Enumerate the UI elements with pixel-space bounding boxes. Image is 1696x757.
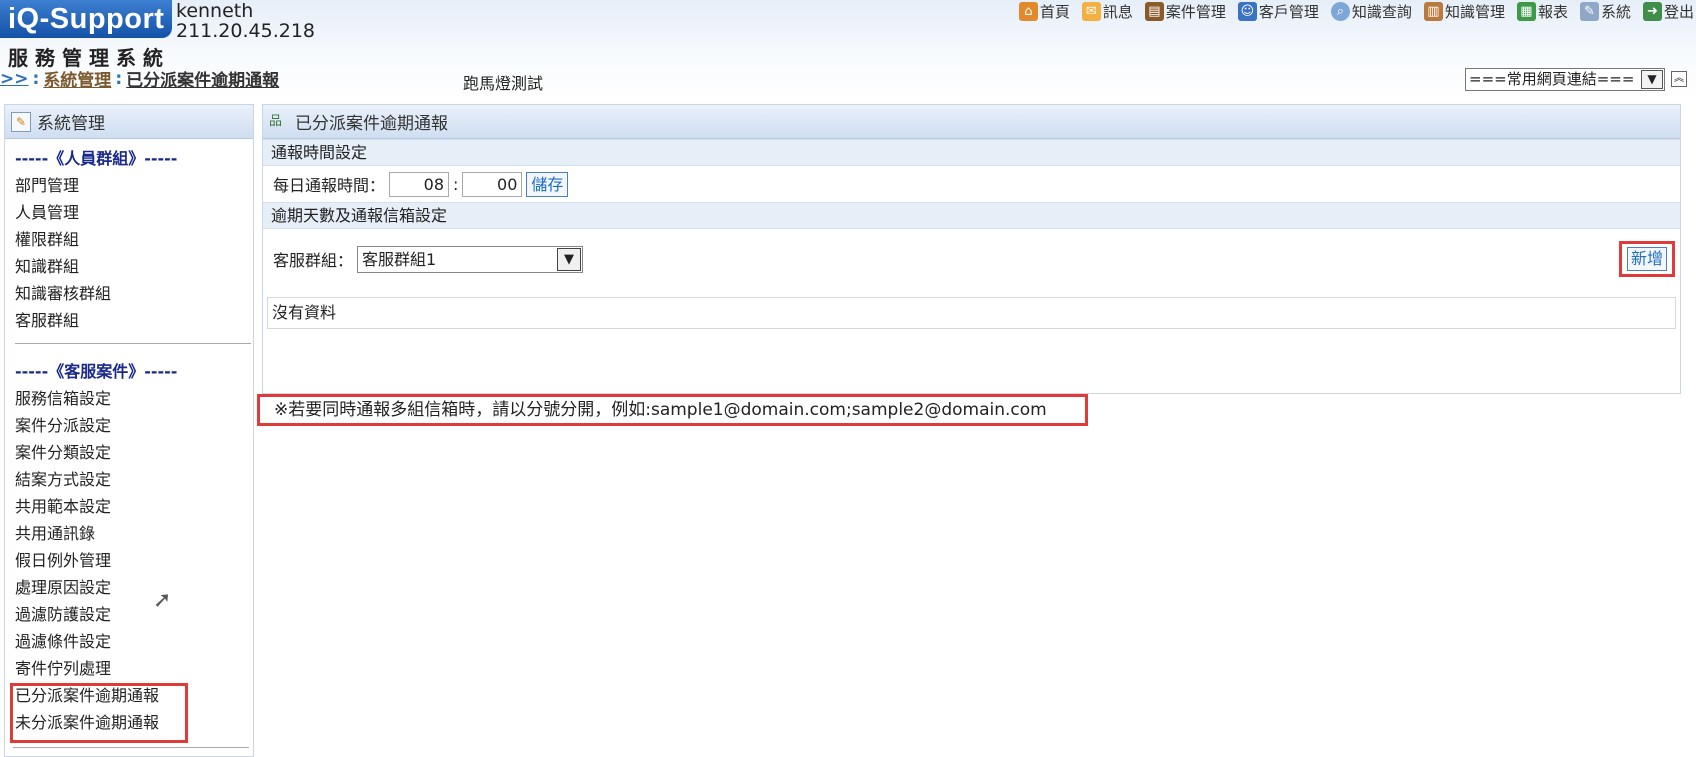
nav-messages[interactable]: ✉ 訊息 xyxy=(1081,1,1133,22)
sidebar-item-send-queue[interactable]: 寄件佇列處理 xyxy=(11,655,247,682)
knowledge-icon: ▥ xyxy=(1423,1,1443,21)
case-icon: ▤ xyxy=(1144,1,1164,21)
time-colon: : xyxy=(453,174,459,194)
app-logo[interactable]: iQ-Support xyxy=(0,0,172,38)
sidebar-item-case-category[interactable]: 案件分類設定 xyxy=(11,439,247,466)
breadcrumb-parent-link[interactable]: 系統管理 xyxy=(43,66,111,91)
sidebar-item-case-dispatch[interactable]: 案件分派設定 xyxy=(11,412,247,439)
sitemap-icon: 品 xyxy=(269,113,283,129)
menu-divider xyxy=(15,343,251,344)
sidebar-item-close-method[interactable]: 結案方式設定 xyxy=(11,466,247,493)
quick-links-select[interactable]: ===常用網頁連結=== ▼ xyxy=(1465,68,1665,91)
menu-group-title: -----《人員群組》----- xyxy=(15,149,178,168)
sidebar-item-department[interactable]: 部門管理 xyxy=(11,172,247,199)
breadcrumb-current[interactable]: 已分派案件逾期通報 xyxy=(126,66,279,91)
sidebar-item-shared-template[interactable]: 共用範本設定 xyxy=(11,493,247,520)
notify-time-row: 每日通報時間： 08 : 00 儲存 xyxy=(263,166,1680,202)
add-button[interactable]: 新增 xyxy=(1626,247,1667,271)
sidebar-item-personnel[interactable]: 人員管理 xyxy=(11,199,247,226)
breadcrumb-separator: : xyxy=(115,68,123,89)
page-title: 已分派案件逾期通報 xyxy=(295,114,448,134)
report-icon: ▦ xyxy=(1516,1,1536,21)
hour-input[interactable]: 08 xyxy=(389,171,450,197)
nav-knowledge-label: 知識管理 xyxy=(1444,2,1505,21)
add-button-highlight: 新增 xyxy=(1619,241,1675,277)
nav-case-management[interactable]: ▤ 案件管理 xyxy=(1144,1,1226,22)
sidebar-item-permission-group[interactable]: 權限群組 xyxy=(11,226,247,253)
service-group-row: 客服群組： 客服群組1 ▼ 新增 xyxy=(263,229,1680,289)
section-notify-time: 通報時間設定 xyxy=(263,139,1680,166)
nav-home[interactable]: ⌂ 首頁 xyxy=(1018,1,1070,22)
sidebar-item-service-group[interactable]: 客服群組 xyxy=(11,307,247,334)
nav-system-label: 系統 xyxy=(1600,2,1631,21)
mouse-cursor-icon: ➚ xyxy=(153,588,172,613)
system-icon: ✎ xyxy=(1579,1,1599,21)
logout-icon: ➜ xyxy=(1642,1,1662,21)
nav-messages-label: 訊息 xyxy=(1102,2,1133,21)
header: iQ-Support 服務管理系統 kenneth 211.20.45.218 … xyxy=(0,0,1696,100)
sidebar-item-knowledge-review-group[interactable]: 知識審核群組 xyxy=(11,280,247,307)
chevron-down-icon[interactable]: ▼ xyxy=(1641,70,1663,89)
nav-case-label: 案件管理 xyxy=(1165,2,1226,21)
sidebar-header: ✎ 系統管理 xyxy=(5,105,253,139)
sidebar-item-shared-contacts[interactable]: 共用通訊錄 xyxy=(11,520,247,547)
nav-knowledge-search[interactable]: ⌕ 知識查詢 xyxy=(1330,1,1412,22)
user-name: kenneth xyxy=(176,0,254,22)
breadcrumb-separator: : xyxy=(32,68,40,89)
nav-reports[interactable]: ▦ 報表 xyxy=(1516,1,1568,22)
sidebar: ✎ 系統管理 -----《人員群組》----- 部門管理 人員管理 權限群組 知… xyxy=(4,104,254,757)
notify-time-label: 每日通報時間： xyxy=(273,176,386,195)
nav-system[interactable]: ✎ 系統 xyxy=(1579,1,1631,22)
collapse-header-button[interactable]: ︽ xyxy=(1671,71,1687,87)
sidebar-title: 系統管理 xyxy=(37,114,105,134)
no-data-message: 沒有資料 xyxy=(267,297,1676,329)
breadcrumb: >> : 系統管理 : 已分派案件逾期通報 xyxy=(0,66,279,92)
sidebar-item-filter-condition[interactable]: 過濾條件設定 xyxy=(11,628,247,655)
nav-knowledge-search-label: 知識查詢 xyxy=(1351,2,1412,21)
save-button[interactable]: 儲存 xyxy=(526,171,569,197)
search-icon: ⌕ xyxy=(1330,1,1350,21)
chevron-down-icon[interactable]: ▼ xyxy=(557,247,582,271)
nav-knowledge-management[interactable]: ▥ 知識管理 xyxy=(1423,1,1505,22)
nav-logout-label: 登出 xyxy=(1663,2,1694,21)
edit-icon: ✎ xyxy=(11,111,31,132)
top-navigation: ⌂ 首頁 ✉ 訊息 ▤ 案件管理 ☺ 客戶管理 ⌕ 知識查詢 ▥ 知識管理 ▦ 報表 ✎ 系統 … xyxy=(1018,0,1694,22)
nav-home-label: 首頁 xyxy=(1039,2,1070,21)
nav-logout[interactable]: ➜ 登出 xyxy=(1642,1,1694,22)
nav-customer-label: 客戶管理 xyxy=(1258,2,1319,21)
sidebar-item-filter-protection[interactable]: 過濾防護設定 xyxy=(11,601,247,628)
mail-icon: ✉ xyxy=(1081,1,1101,21)
customer-icon: ☺ xyxy=(1237,1,1257,21)
section-overdue-settings: 逾期天數及通報信箱設定 xyxy=(263,202,1680,229)
sidebar-item-assigned-overdue[interactable]: 已分派案件逾期通報 xyxy=(11,682,247,709)
sidebar-item-knowledge-group[interactable]: 知識群組 xyxy=(11,253,247,280)
service-group-label: 客服群組： xyxy=(273,251,354,270)
user-ip: 211.20.45.218 xyxy=(176,20,316,42)
marquee-text: 跑馬燈測試 xyxy=(463,74,544,93)
quick-links-value: ===常用網頁連結=== xyxy=(1469,70,1635,88)
menu-divider xyxy=(13,747,249,748)
nav-reports-label: 報表 xyxy=(1537,2,1568,21)
service-group-select[interactable]: 客服群組1 ▼ xyxy=(357,245,584,273)
sidebar-menu: -----《人員群組》----- 部門管理 人員管理 權限群組 知識群組 知識審… xyxy=(5,139,253,736)
main-panel: 品 已分派案件逾期通報 通報時間設定 每日通報時間： 08 : 00 儲存 逾期… xyxy=(262,104,1681,394)
sidebar-item-unassigned-overdue[interactable]: 未分派案件逾期通報 xyxy=(11,709,247,736)
main-header: 品 已分派案件逾期通報 xyxy=(263,105,1680,139)
breadcrumb-home-link[interactable]: >> xyxy=(0,69,29,89)
sidebar-item-handling-reason[interactable]: 處理原因設定 xyxy=(11,574,247,601)
service-group-value: 客服群組1 xyxy=(362,249,437,269)
menu-group-title: -----《客服案件》----- xyxy=(15,362,178,381)
email-separator-note: ※若要同時通報多組信箱時，請以分號分開，例如:sample1@domain.co… xyxy=(257,394,1088,426)
minute-input[interactable]: 00 xyxy=(462,171,523,197)
nav-customer-management[interactable]: ☺ 客戶管理 xyxy=(1237,1,1319,22)
sidebar-item-service-mailbox[interactable]: 服務信箱設定 xyxy=(11,385,247,412)
sidebar-item-holiday-exception[interactable]: 假日例外管理 xyxy=(11,547,247,574)
home-icon: ⌂ xyxy=(1018,1,1038,21)
